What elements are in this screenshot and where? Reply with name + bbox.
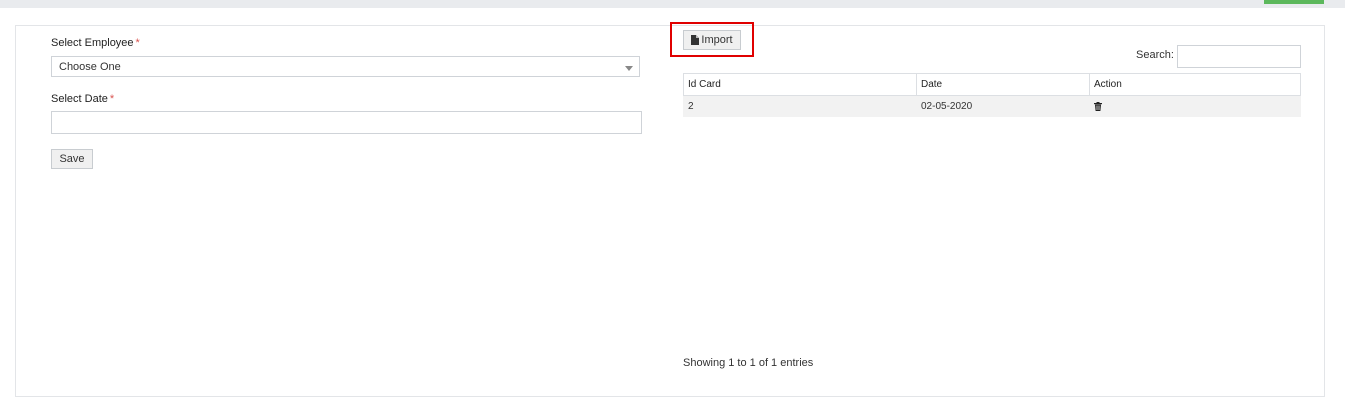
date-label-text: Select Date xyxy=(51,93,108,105)
cell-action xyxy=(1089,95,1301,117)
top-bar xyxy=(0,0,1345,8)
employee-select-value: Choose One xyxy=(59,61,121,73)
file-icon xyxy=(691,35,700,45)
cell-date: 02-05-2020 xyxy=(916,95,1090,117)
search-input[interactable] xyxy=(1177,45,1301,68)
table-info: Showing 1 to 1 of 1 entries xyxy=(683,357,814,369)
date-label: Select Date * xyxy=(51,93,114,105)
employee-select[interactable]: Choose One xyxy=(51,56,640,77)
required-mark: * xyxy=(135,37,140,49)
column-header-id-card[interactable]: Id Card xyxy=(683,73,917,96)
save-button[interactable]: Save xyxy=(51,149,93,169)
trash-icon[interactable] xyxy=(1094,101,1102,111)
table-row: 2 02-05-2020 xyxy=(683,95,1301,117)
data-table: Id Card Date Action 2 02-05-2020 xyxy=(683,73,1301,117)
employee-label: Select Employee * xyxy=(51,37,140,49)
column-header-date[interactable]: Date xyxy=(916,73,1090,96)
import-button[interactable]: Import xyxy=(683,30,741,50)
date-input[interactable] xyxy=(51,111,642,134)
import-label: Import xyxy=(701,34,733,46)
required-mark: * xyxy=(109,93,115,105)
top-accent-button[interactable] xyxy=(1264,0,1324,4)
table-header-row: Id Card Date Action xyxy=(683,73,1301,96)
search-label: Search: xyxy=(1136,49,1174,61)
employee-label-text: Select Employee xyxy=(51,37,134,49)
cell-id-card: 2 xyxy=(683,95,917,117)
column-header-action[interactable]: Action xyxy=(1089,73,1301,96)
chevron-down-icon xyxy=(625,66,633,71)
